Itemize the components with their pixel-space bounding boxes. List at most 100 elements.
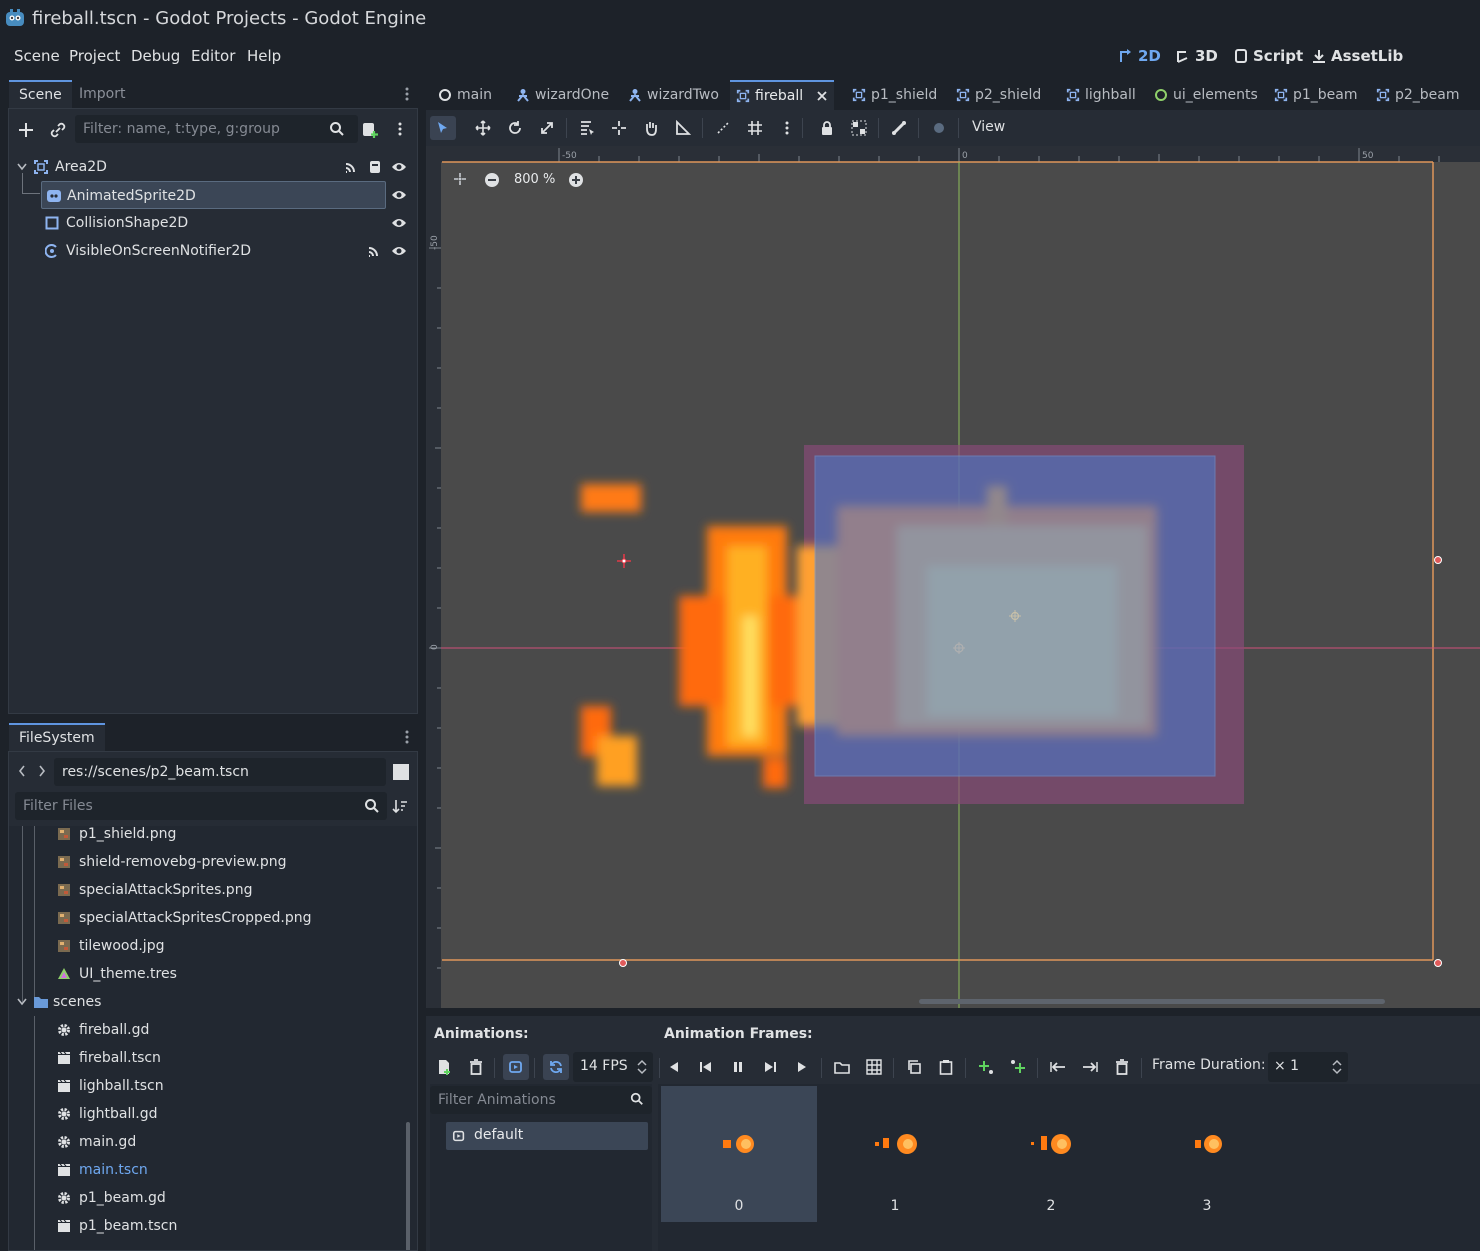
- spin-arrows-icon[interactable]: [637, 1059, 647, 1075]
- frame-item-1[interactable]: 1: [817, 1086, 973, 1222]
- tree-node-animatedsprite2d[interactable]: AnimatedSprite2D: [41, 181, 386, 209]
- visibility-eye-icon[interactable]: [391, 188, 407, 202]
- filter-files-input[interactable]: Filter Files: [15, 792, 387, 820]
- script-attached-icon[interactable]: [368, 160, 382, 174]
- tab-filesystem[interactable]: FileSystem: [9, 723, 105, 751]
- zoom-level[interactable]: 800 %: [514, 172, 555, 187]
- scene-tab-wizardOne[interactable]: wizardOne: [510, 80, 615, 110]
- forward-arrow-icon[interactable]: [38, 765, 46, 777]
- split-mode-icon[interactable]: [393, 764, 409, 780]
- resize-handle-right[interactable]: [1434, 556, 1442, 564]
- scene-tab-fireball[interactable]: fireball: [730, 80, 835, 110]
- list-select-icon[interactable]: [574, 116, 600, 140]
- panel-splitter[interactable]: [426, 1008, 1480, 1016]
- scene-tab-p1_shield[interactable]: p1_shield: [846, 80, 943, 110]
- play-icon[interactable]: [789, 1054, 815, 1080]
- canvas-viewport[interactable]: -50 0 50 -50 0 800 %: [426, 146, 1480, 1008]
- viewport-canvas[interactable]: -50 0 50 -50 0: [427, 146, 1480, 1008]
- scale-mode-icon[interactable]: [534, 116, 560, 140]
- move-frame-right-icon[interactable]: [1077, 1054, 1103, 1080]
- menu-debug[interactable]: Debug: [131, 47, 180, 65]
- grid-snap-icon[interactable]: [742, 116, 768, 140]
- tree-node-collisionshape2d[interactable]: CollisionShape2D: [45, 209, 410, 237]
- instance-scene-icon[interactable]: [49, 121, 67, 139]
- delete-frame-icon[interactable]: [1109, 1054, 1135, 1080]
- scene-tab-main[interactable]: main: [432, 80, 498, 110]
- new-animation-icon[interactable]: [431, 1054, 457, 1080]
- autoplay-icon[interactable]: [503, 1054, 529, 1080]
- frame-item-0[interactable]: 0: [661, 1086, 817, 1222]
- paste-frame-icon[interactable]: [933, 1054, 959, 1080]
- chevron-down-icon[interactable]: [17, 163, 27, 171]
- select-mode-icon[interactable]: [430, 116, 456, 140]
- viewport-hscrollbar[interactable]: [919, 999, 1385, 1004]
- insert-after-icon[interactable]: [1005, 1054, 1031, 1080]
- menu-editor[interactable]: Editor: [191, 47, 235, 65]
- path-input[interactable]: res://scenes/p2_beam.tscn: [54, 758, 386, 786]
- dock-menu-icon[interactable]: [404, 729, 410, 745]
- play-backwards-icon[interactable]: [693, 1054, 719, 1080]
- scene-tab-p2_beam[interactable]: p2_beam: [1370, 80, 1466, 110]
- attach-script-icon[interactable]: [361, 121, 379, 139]
- close-icon[interactable]: [816, 90, 828, 102]
- workspace-3d-button[interactable]: 3D: [1175, 47, 1218, 65]
- override-camera-icon[interactable]: [926, 116, 952, 140]
- resize-handle-corner[interactable]: [1434, 959, 1442, 967]
- filesystem-scrollbar[interactable]: [406, 1122, 410, 1250]
- scene-tab-p2_shield[interactable]: p2_shield: [950, 80, 1047, 110]
- play-from-start-icon[interactable]: [757, 1054, 783, 1080]
- scene-tab-p1_beam[interactable]: p1_beam: [1268, 80, 1364, 110]
- spin-arrows-icon[interactable]: [1332, 1059, 1342, 1075]
- workspace-script-button[interactable]: Script: [1233, 47, 1303, 65]
- center-view-icon[interactable]: [453, 172, 467, 186]
- bone-icon[interactable]: [886, 116, 912, 140]
- move-mode-icon[interactable]: [470, 116, 496, 140]
- scene-tab-ui_elements[interactable]: ui_elements: [1148, 80, 1264, 110]
- tab-import[interactable]: Import: [69, 80, 135, 108]
- notifier-handle-icon[interactable]: [617, 554, 631, 568]
- pan-mode-icon[interactable]: [638, 116, 664, 140]
- visibility-eye-icon[interactable]: [391, 160, 407, 174]
- animation-item-default[interactable]: default: [446, 1122, 648, 1150]
- smart-snap-icon[interactable]: [710, 116, 736, 140]
- insert-before-icon[interactable]: [973, 1054, 999, 1080]
- load-spritesheet-icon[interactable]: [861, 1054, 887, 1080]
- frame-duration-spinbox[interactable]: × 1: [1268, 1052, 1348, 1082]
- snap-options-icon[interactable]: [774, 116, 800, 140]
- workspace-assetlib-button[interactable]: AssetLib: [1311, 47, 1403, 65]
- pause-icon[interactable]: [725, 1054, 751, 1080]
- back-arrow-icon[interactable]: [18, 765, 26, 777]
- filter-animations-input[interactable]: Filter Animations: [430, 1086, 652, 1114]
- zoom-out-icon[interactable]: [484, 172, 500, 188]
- workspace-2d-button[interactable]: 2D: [1118, 47, 1161, 65]
- group-icon[interactable]: [846, 116, 872, 140]
- visibility-eye-icon[interactable]: [391, 244, 407, 258]
- load-frames-icon[interactable]: [829, 1054, 855, 1080]
- menu-help[interactable]: Help: [247, 47, 281, 65]
- scene-more-icon[interactable]: [397, 121, 403, 137]
- pivot-mode-icon[interactable]: [606, 116, 632, 140]
- add-node-icon[interactable]: [17, 121, 35, 139]
- visibility-eye-icon[interactable]: [391, 216, 407, 230]
- tab-scene[interactable]: Scene: [9, 80, 72, 108]
- resize-handle-bottom[interactable]: [619, 959, 627, 967]
- tree-node-visibleonscreennotifier2d[interactable]: VisibleOnScreenNotifier2D: [45, 237, 410, 265]
- menu-scene[interactable]: Scene: [14, 47, 60, 65]
- signal-icon[interactable]: [367, 244, 381, 258]
- chevron-down-icon[interactable]: [17, 988, 27, 1006]
- ruler-mode-icon[interactable]: [670, 116, 696, 140]
- signal-icon[interactable]: [344, 160, 358, 174]
- lock-icon[interactable]: [814, 116, 840, 140]
- fps-spinbox[interactable]: 14 FPS: [573, 1052, 653, 1082]
- sort-icon[interactable]: [392, 798, 408, 814]
- tree-node-area2d[interactable]: Area2D: [15, 153, 410, 181]
- frame-item-2[interactable]: 2: [973, 1086, 1129, 1222]
- play-backwards-from-end-icon[interactable]: [661, 1054, 687, 1080]
- scene-tab-lighball[interactable]: lighball: [1060, 80, 1142, 110]
- scene-tab-wizardTwo[interactable]: wizardTwo: [622, 80, 725, 110]
- dock-menu-icon[interactable]: [404, 86, 410, 102]
- view-menu[interactable]: View: [972, 119, 1005, 135]
- loop-icon[interactable]: [543, 1054, 569, 1080]
- frame-item-3[interactable]: 3: [1129, 1086, 1285, 1222]
- copy-frame-icon[interactable]: [901, 1054, 927, 1080]
